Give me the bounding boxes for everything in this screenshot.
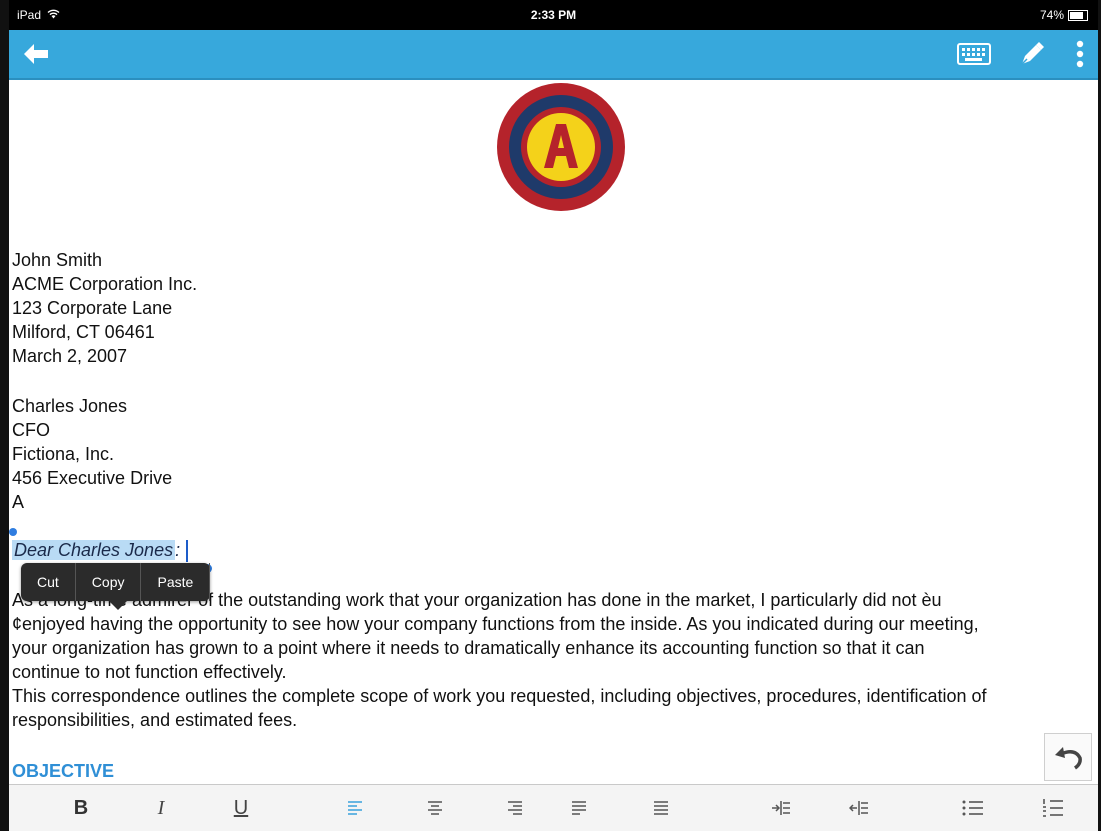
body-line: This correspondence outlines the complet… xyxy=(12,686,987,706)
sender-line: Milford, CT 06461 xyxy=(12,322,155,342)
body-line: continue to not function effectively. xyxy=(12,662,287,682)
app-bar xyxy=(9,30,1098,80)
sender-line: 123 Corporate Lane xyxy=(12,298,173,318)
keyboard-icon[interactable] xyxy=(954,34,994,74)
bold-button[interactable]: B xyxy=(61,785,101,831)
company-logo xyxy=(497,83,625,211)
bullet-list-icon[interactable] xyxy=(953,785,993,831)
undo-icon[interactable] xyxy=(1044,733,1092,781)
recipient-address: Charles Jones CFO Fictiona, Inc. 456 Exe… xyxy=(12,394,172,514)
document-canvas[interactable]: John Smith ACME Corporation Inc. 123 Cor… xyxy=(9,80,1098,785)
status-time: 2:33 PM xyxy=(530,8,577,22)
selected-text[interactable]: Dear Charles Jones xyxy=(12,540,176,560)
edit-context-menu: Cut Copy Paste xyxy=(21,563,211,610)
indent-decrease-icon[interactable] xyxy=(839,785,879,831)
selection-handle-start[interactable] xyxy=(9,528,17,536)
menu-pointer xyxy=(109,601,127,610)
sender-line: John Smith xyxy=(12,250,103,270)
status-bar: iPad 2:33 PM 74% xyxy=(9,0,1098,30)
italic-button[interactable]: I xyxy=(141,785,181,831)
cut-menu-item[interactable]: Cut xyxy=(21,563,76,601)
more-vertical-icon[interactable] xyxy=(1070,34,1090,74)
indent-increase-icon[interactable] xyxy=(761,785,801,831)
battery-icon xyxy=(1068,9,1088,21)
paste-menu-item[interactable]: Paste xyxy=(141,563,211,601)
format-toolbar: B I U xyxy=(9,784,1098,831)
recipient-line-partial: A xyxy=(12,492,25,512)
recipient-line: Charles Jones xyxy=(12,396,128,416)
objective-heading: OBJECTIVE xyxy=(12,761,115,781)
body-line: your organization has grown to a point w… xyxy=(12,638,925,658)
recipient-line: Fictiona, Inc. xyxy=(12,444,115,464)
align-left-icon[interactable] xyxy=(335,785,375,831)
copy-menu-item[interactable]: Copy xyxy=(76,563,142,601)
align-center-icon[interactable] xyxy=(415,785,455,831)
underline-button[interactable]: U xyxy=(221,785,261,831)
pen-icon[interactable] xyxy=(1012,34,1052,74)
align-justify-icon[interactable] xyxy=(559,785,599,831)
sender-line: March 2, 2007 xyxy=(12,346,128,366)
numbered-list-icon[interactable] xyxy=(1033,785,1073,831)
app-frame: iPad 2:33 PM 74% John Smith ACME Corpora… xyxy=(0,0,1101,831)
greeting-colon: : xyxy=(175,540,181,560)
recipient-line: 456 Executive Drive xyxy=(12,468,173,488)
body-line: responsibilities, and estimated fees. xyxy=(12,710,298,730)
align-distributed-icon[interactable] xyxy=(641,785,681,831)
text-cursor xyxy=(186,540,189,563)
align-right-icon[interactable] xyxy=(495,785,535,831)
sender-line: ACME Corporation Inc. xyxy=(12,274,198,294)
body-line: ¢enjoyed having the opportunity to see h… xyxy=(12,614,979,634)
sender-address: John Smith ACME Corporation Inc. 123 Cor… xyxy=(12,248,197,368)
back-arrow-icon[interactable] xyxy=(19,40,53,68)
battery-percent: 74% xyxy=(1039,8,1064,22)
recipient-line: CFO xyxy=(12,420,50,440)
greeting-line[interactable]: Dear Charles Jones: xyxy=(12,538,189,563)
letter-body: As a long-time admirer of the outstandin… xyxy=(12,588,987,732)
